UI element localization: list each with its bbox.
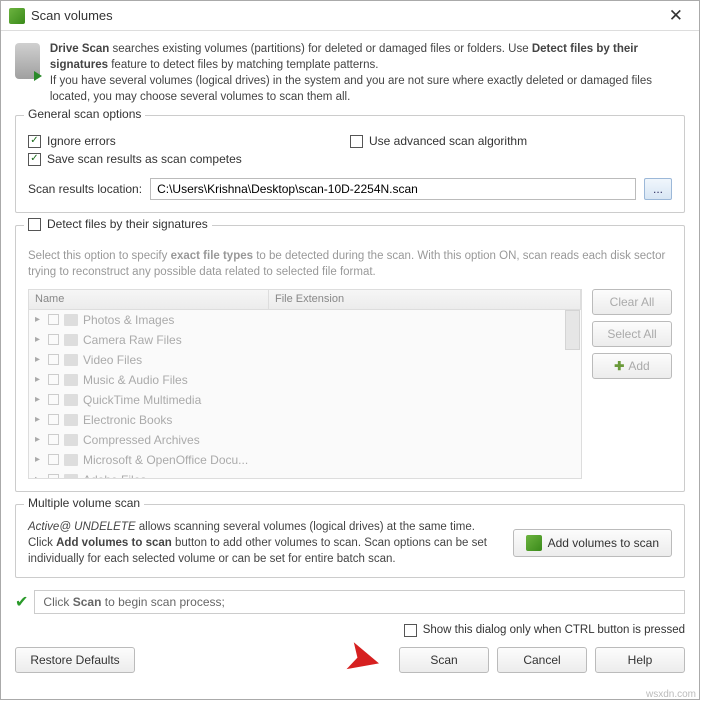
chevron-right-icon: ▸ xyxy=(35,374,43,385)
detect-signatures-checkbox[interactable] xyxy=(28,218,41,231)
item-label: Music & Audio Files xyxy=(83,373,188,387)
watermark: wsxdn.com xyxy=(646,689,696,700)
list-item[interactable]: ▸ Adobe Files xyxy=(29,470,581,479)
check-icon: ✔ xyxy=(15,592,28,612)
file-type-tree[interactable]: Name File Extension ▸ Photos & Images ▸ Cam… xyxy=(28,289,582,479)
restore-defaults-button[interactable]: Restore Defaults xyxy=(15,647,135,673)
list-item[interactable]: ▸ Video Files xyxy=(29,350,581,370)
help-button[interactable]: Help xyxy=(595,647,685,673)
item-checkbox[interactable] xyxy=(48,434,59,445)
chevron-right-icon: ▸ xyxy=(35,354,43,365)
drive-icon xyxy=(15,43,40,79)
item-checkbox[interactable] xyxy=(48,474,59,479)
close-icon[interactable]: ✕ xyxy=(661,4,691,28)
cancel-button[interactable]: Cancel xyxy=(497,647,587,673)
intro-strong-1: Drive Scan xyxy=(50,43,109,55)
item-label: Electronic Books xyxy=(83,413,172,427)
group-label-signatures: Detect files by their signatures xyxy=(47,217,208,231)
status-message: Click Scan to begin scan process; xyxy=(34,590,685,614)
folder-icon xyxy=(64,454,78,466)
item-checkbox[interactable] xyxy=(48,414,59,425)
chevron-right-icon: ▸ xyxy=(35,314,43,325)
folder-icon xyxy=(64,374,78,386)
intro-block: Drive Scan searches existing volumes (pa… xyxy=(15,41,685,105)
folder-icon xyxy=(64,414,78,426)
folder-icon xyxy=(64,334,78,346)
app-icon xyxy=(9,8,25,24)
intro-text-2: feature to detect files by matching temp… xyxy=(108,59,378,71)
list-item[interactable]: ▸ Electronic Books xyxy=(29,410,581,430)
item-checkbox[interactable] xyxy=(48,454,59,465)
chevron-right-icon: ▸ xyxy=(35,334,43,345)
advanced-algo-checkbox[interactable] xyxy=(350,135,363,148)
save-results-label: Save scan results as scan competes xyxy=(47,152,242,166)
chevron-right-icon: ▸ xyxy=(35,434,43,445)
item-label: Microsoft & OpenOffice Docu... xyxy=(83,453,248,467)
select-all-button[interactable]: Select All xyxy=(592,321,672,347)
list-item[interactable]: ▸ Camera Raw Files xyxy=(29,330,581,350)
item-label: Photos & Images xyxy=(83,313,174,327)
chevron-right-icon: ▸ xyxy=(35,394,43,405)
item-label: Compressed Archives xyxy=(83,433,200,447)
item-checkbox[interactable] xyxy=(48,354,59,365)
item-label: Adobe Files xyxy=(83,473,146,479)
chevron-right-icon: ▸ xyxy=(35,414,43,425)
scrollbar-thumb[interactable] xyxy=(565,310,580,350)
chevron-right-icon: ▸ xyxy=(35,474,43,479)
clear-all-button[interactable]: Clear All xyxy=(592,289,672,315)
folder-icon xyxy=(64,394,78,406)
item-label: Video Files xyxy=(83,353,142,367)
signatures-description: Select this option to specify exact file… xyxy=(28,248,672,280)
group-label-mvs: Multiple volume scan xyxy=(24,496,144,510)
folder-icon xyxy=(64,474,78,479)
item-checkbox[interactable] xyxy=(48,314,59,325)
item-checkbox[interactable] xyxy=(48,334,59,345)
advanced-algo-label: Use advanced scan algorithm xyxy=(369,134,527,148)
save-results-checkbox[interactable] xyxy=(28,153,41,166)
volume-icon xyxy=(526,535,542,551)
ignore-errors-checkbox[interactable] xyxy=(28,135,41,148)
item-checkbox[interactable] xyxy=(48,394,59,405)
item-checkbox[interactable] xyxy=(48,374,59,385)
show-dialog-ctrl-checkbox[interactable] xyxy=(404,624,417,637)
folder-icon xyxy=(64,314,78,326)
mvs-text: Active@ UNDELETE allows scanning several… xyxy=(28,519,503,567)
window-title: Scan volumes xyxy=(31,8,661,23)
item-label: QuickTime Multimedia xyxy=(83,393,201,407)
list-item[interactable]: ▸ QuickTime Multimedia xyxy=(29,390,581,410)
chevron-right-icon: ▸ xyxy=(35,454,43,465)
scan-location-label: Scan results location: xyxy=(28,182,142,196)
intro-text-3: If you have several volumes (logical dri… xyxy=(50,75,652,103)
browse-button[interactable]: ... xyxy=(644,178,672,200)
ignore-errors-label: Ignore errors xyxy=(47,134,116,148)
item-label: Camera Raw Files xyxy=(83,333,182,347)
general-scan-group: General scan options Ignore errors Save … xyxy=(15,115,685,213)
group-label-general: General scan options xyxy=(24,107,145,121)
list-item[interactable]: ▸ Compressed Archives xyxy=(29,430,581,450)
add-volumes-button[interactable]: Add volumes to scan xyxy=(513,529,672,557)
scan-button[interactable]: Scan xyxy=(399,647,489,673)
col-name: Name xyxy=(29,290,269,309)
folder-icon xyxy=(64,354,78,366)
multi-volume-group: Multiple volume scan Active@ UNDELETE al… xyxy=(15,504,685,578)
scan-location-input[interactable] xyxy=(150,178,636,200)
list-item[interactable]: ▸ Photos & Images xyxy=(29,310,581,330)
col-ext: File Extension xyxy=(269,290,581,309)
signatures-group: Detect files by their signatures Select … xyxy=(15,225,685,491)
plus-icon: ✚ xyxy=(614,359,624,373)
list-item[interactable]: ▸ Music & Audio Files xyxy=(29,370,581,390)
add-button[interactable]: ✚Add xyxy=(592,353,672,379)
list-item[interactable]: ▸ Microsoft & OpenOffice Docu... xyxy=(29,450,581,470)
titlebar: Scan volumes ✕ xyxy=(1,1,699,31)
intro-text-1: searches existing volumes (partitions) f… xyxy=(109,43,532,55)
show-dialog-ctrl-label: Show this dialog only when CTRL button i… xyxy=(423,624,685,636)
folder-icon xyxy=(64,434,78,446)
